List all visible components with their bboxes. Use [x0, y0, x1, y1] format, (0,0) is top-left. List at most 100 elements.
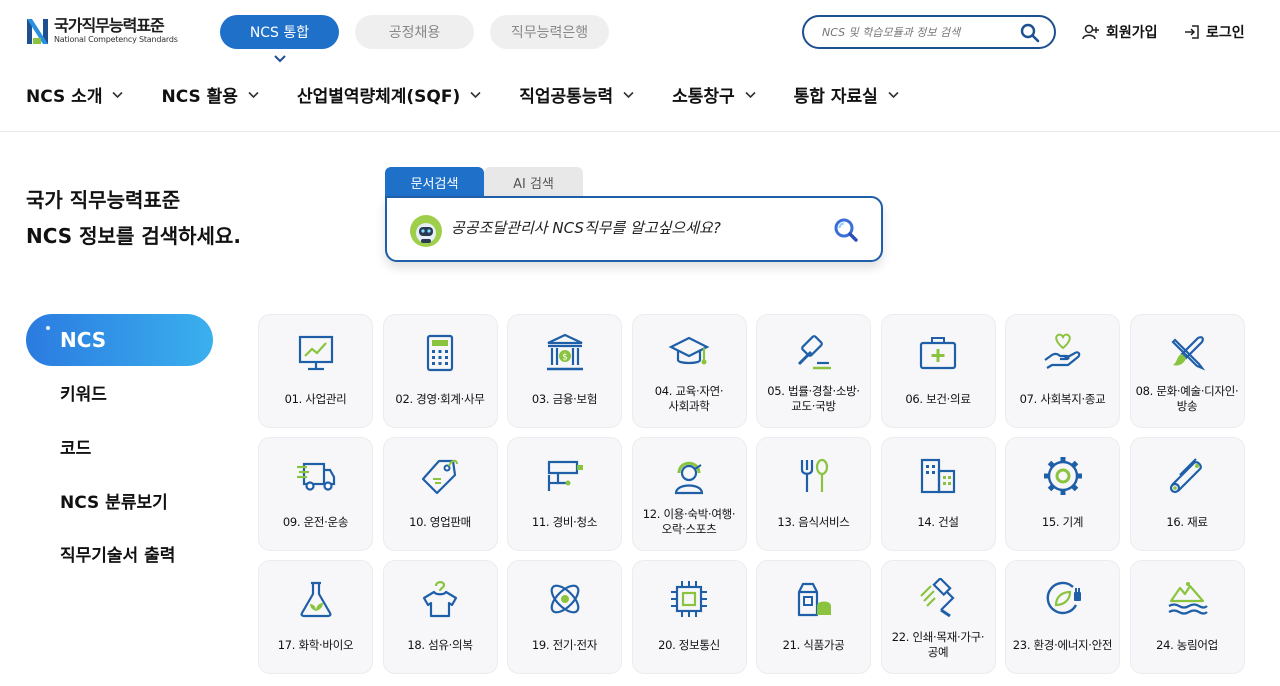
cctv-camera-icon: [547, 460, 583, 491]
flask-icon: [300, 581, 331, 618]
category-label: 09. 운전·운송: [282, 514, 349, 529]
category-card-11[interactable]: 11. 경비·청소: [507, 437, 622, 551]
first-aid-kit-icon: [919, 337, 957, 370]
category-grid: 01. 사업관리 02. 경영·회계·사무 $ 03. 금융·보험 04. 교육…: [258, 314, 1245, 674]
category-label: 03. 금융·보험: [531, 391, 598, 406]
hero-search-input[interactable]: [451, 218, 811, 236]
search-icon[interactable]: [833, 217, 859, 243]
category-label: 20. 정보통신: [658, 637, 720, 652]
category-label: 06. 보건·의료: [905, 391, 971, 406]
category-label: 05. 법률·경찰·소방· 교도·국방: [767, 384, 860, 413]
category-label: 07. 사회복지·종교: [1019, 391, 1106, 406]
nav-sqf[interactable]: 산업별역량체계(SQF): [297, 82, 481, 107]
chevron-down-icon: [112, 91, 124, 98]
category-label: 10. 영업판매: [409, 514, 471, 529]
tab-document-search[interactable]: 문서검색: [385, 167, 484, 197]
login-link[interactable]: 로그인: [1184, 22, 1245, 42]
sidebar-item-ncs[interactable]: NCS: [26, 314, 213, 366]
join-label: 회원가입: [1106, 25, 1158, 41]
category-card-21[interactable]: 21. 식품가공: [756, 560, 871, 674]
category-card-14[interactable]: 14. 건설: [880, 437, 996, 551]
tab-ai-search[interactable]: AI 검색: [484, 167, 583, 197]
category-card-17[interactable]: 17. 화학·바이오: [258, 560, 373, 674]
category-label: 11. 경비·청소: [531, 514, 598, 529]
active-dot: [46, 326, 50, 330]
chip-icon: [671, 581, 707, 617]
category-card-12[interactable]: 12. 이용·숙박·여행· 오락·스포츠: [631, 437, 747, 551]
category-card-13[interactable]: 13. 음식서비스: [756, 437, 871, 551]
category-card-19[interactable]: 19. 전기·전자: [507, 560, 622, 674]
hero-heading: 국가 직무능력표준 NCS 정보를 검색하세요.: [26, 182, 241, 254]
search-type-tabs: 문서검색 AI 검색: [385, 167, 583, 197]
tab-ncs-integrated[interactable]: NCS 통합: [220, 15, 339, 49]
category-card-24[interactable]: 24. 농림어업: [1129, 560, 1245, 674]
paint-roller-icon: [920, 578, 955, 618]
svg-text:$: $: [562, 353, 568, 363]
category-card-22[interactable]: 22. 인쇄·목재·가구· 공예: [880, 560, 996, 674]
category-card-04[interactable]: 04. 교육·자연· 사회과학: [631, 314, 747, 428]
category-card-09[interactable]: 09. 운전·운송: [258, 437, 373, 551]
nav-communication[interactable]: 소통창구: [672, 82, 756, 107]
gavel-icon: [797, 335, 831, 370]
global-search: [802, 15, 1056, 49]
sidebar-item-ncs-category[interactable]: NCS 분류보기: [60, 488, 168, 513]
category-card-06[interactable]: 06. 보건·의료: [880, 314, 996, 428]
category-card-08[interactable]: 08. 문화·예술·디자인· 방송: [1129, 314, 1245, 428]
fork-spoon-icon: [800, 458, 828, 492]
join-link[interactable]: 회원가입: [1082, 22, 1158, 42]
food-package-icon: [797, 582, 831, 617]
nav-ncs-intro[interactable]: NCS 소개: [26, 82, 124, 107]
sidebar-item-job-description[interactable]: 직무기술서 출력: [60, 541, 175, 566]
search-icon[interactable]: [1020, 23, 1040, 43]
global-search-input[interactable]: [822, 25, 1022, 39]
category-card-20[interactable]: 20. 정보통신: [631, 560, 747, 674]
sidebar-item-code[interactable]: 코드: [60, 434, 91, 459]
price-tag-icon: [421, 459, 458, 495]
category-label: 16. 재료: [1166, 514, 1208, 529]
eco-plug-icon: [1046, 581, 1081, 615]
category-card-03[interactable]: $ 03. 금융·보험: [507, 314, 622, 428]
bank-icon: $: [546, 333, 583, 371]
nav-archive[interactable]: 통합 자료실: [794, 82, 899, 107]
category-label: 08. 문화·예술·디자인· 방송: [1135, 384, 1239, 413]
category-card-18[interactable]: 18. 섬유·의복: [382, 560, 498, 674]
truck-icon: [296, 462, 335, 491]
hairdresser-icon: [674, 461, 704, 495]
category-card-23[interactable]: 23. 환경·에너지·안전: [1005, 560, 1120, 674]
tab-fair-hiring[interactable]: 공정채용: [355, 15, 474, 49]
category-label: 04. 교육·자연· 사회과학: [654, 384, 724, 413]
hero-line-2: NCS 정보를 검색하세요.: [26, 224, 241, 248]
category-card-15[interactable]: 15. 기계: [1005, 437, 1120, 551]
nav-common-competency[interactable]: 직업공통능력: [519, 82, 634, 107]
chatbot-icon: [410, 215, 442, 247]
island-wave-icon: [1168, 582, 1208, 615]
category-card-16[interactable]: 16. 재료: [1129, 437, 1245, 551]
buildings-icon: [920, 458, 956, 494]
site-logo[interactable]: 국가직무능력표준 National Competency Standards: [26, 16, 178, 46]
graduation-cap-icon: [668, 336, 710, 365]
presentation-chart-icon: [298, 335, 333, 371]
shirt-hanger-icon: [422, 581, 458, 618]
category-label: 13. 음식서비스: [777, 514, 850, 529]
category-card-05[interactable]: 05. 법률·경찰·소방· 교도·국방: [756, 314, 871, 428]
hand-heart-icon: [1043, 333, 1080, 369]
category-card-07[interactable]: 07. 사회복지·종교: [1005, 314, 1120, 428]
nav-ncs-usage[interactable]: NCS 활용: [161, 82, 259, 107]
pipes-icon: [1169, 458, 1202, 494]
search-mode-sidebar: NCS 키워드 코드 NCS 분류보기 직무기술서 출력: [26, 314, 216, 566]
user-add-icon: [1082, 24, 1099, 40]
category-label: 12. 이용·숙박·여행· 오락·스포츠: [642, 507, 736, 536]
category-label: 01. 사업관리: [284, 391, 347, 406]
sidebar-item-keyword[interactable]: 키워드: [60, 380, 107, 405]
category-label: 22. 인쇄·목재·가구· 공예: [891, 630, 985, 659]
category-label: 14. 건설: [917, 514, 959, 529]
tab-competency-bank[interactable]: 직무능력은행: [490, 15, 609, 49]
brush-pencil-icon: [1171, 336, 1206, 371]
category-card-02[interactable]: 02. 경영·회계·사무: [382, 314, 498, 428]
category-card-01[interactable]: 01. 사업관리: [258, 314, 373, 428]
login-label: 로그인: [1206, 25, 1245, 41]
category-card-10[interactable]: 10. 영업판매: [382, 437, 498, 551]
category-label: 15. 기계: [1041, 514, 1084, 529]
main-nav: NCS 소개 NCS 활용 산업별역량체계(SQF) 직업공통능력 소통창구 통…: [26, 82, 937, 107]
site-header: 국가직무능력표준 National Competency Standards N…: [0, 0, 1280, 132]
